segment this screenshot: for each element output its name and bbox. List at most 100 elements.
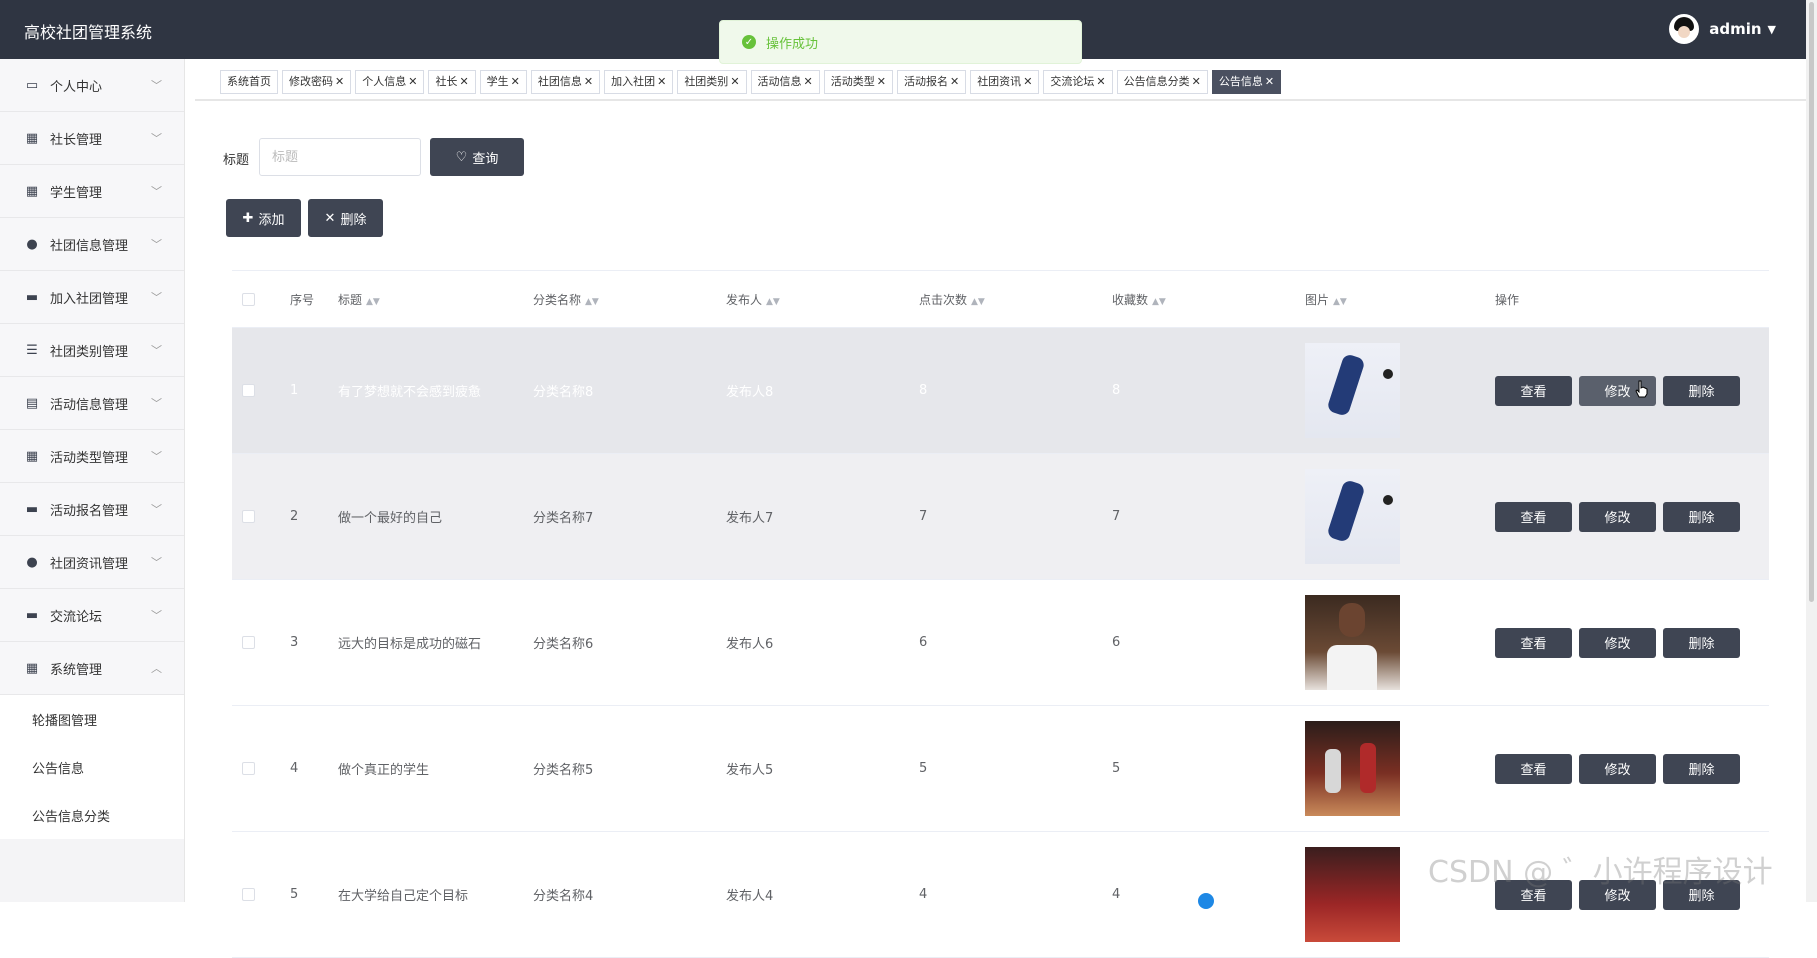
tab-activity-signup[interactable]: 活动报名 ✕	[896, 70, 967, 94]
tab-activity-info[interactable]: 活动信息 ✕	[750, 70, 820, 94]
view-button[interactable]: 查看	[1495, 753, 1572, 784]
close-icon[interactable]: ✕	[1265, 75, 1274, 88]
title-search-input[interactable]	[259, 138, 421, 176]
row-index: 1	[290, 383, 299, 398]
sidebar-item-president[interactable]: ▦ 社长管理 ﹀	[0, 112, 184, 165]
sidebar-item-forum[interactable]: ▬ 交流论坛 ﹀	[0, 589, 184, 642]
edit-button[interactable]: 修改	[1579, 627, 1656, 658]
sidebar-item-label: 社长管理	[50, 132, 103, 148]
select-all-checkbox[interactable]	[242, 292, 255, 306]
close-icon[interactable]: ✕	[950, 75, 959, 88]
table-row[interactable]: 1 有了梦想就不会感到疲惫 分类名称8 发布人8 8 8 查看 修改 删除	[232, 328, 1769, 454]
row-favorites: 7	[1112, 509, 1121, 524]
tab-club-news[interactable]: 社团资讯 ✕	[970, 70, 1040, 94]
sort-icon[interactable]: ▲▼	[585, 297, 599, 307]
sidebar-item-join-club[interactable]: ▬ 加入社团管理 ﹀	[0, 271, 184, 324]
view-button[interactable]: 查看	[1495, 375, 1572, 406]
tab-forum[interactable]: 交流论坛 ✕	[1043, 70, 1113, 94]
sidebar-subitem-notice-category[interactable]: 公告信息分类	[0, 791, 184, 839]
header-clicks[interactable]: 点击次数 ▲▼	[919, 291, 1112, 308]
tab-president[interactable]: 社长 ✕	[428, 70, 476, 94]
tab-club-category[interactable]: 社团类别 ✕	[677, 70, 747, 94]
row-checkbox-cell	[232, 888, 290, 901]
sort-icon[interactable]: ▲▼	[366, 297, 380, 307]
close-icon[interactable]: ✕	[1192, 75, 1201, 88]
row-checkbox[interactable]	[242, 888, 255, 901]
delete-button[interactable]: 删除	[1663, 375, 1740, 406]
sidebar-item-students[interactable]: ▦ 学生管理 ﹀	[0, 165, 184, 218]
row-checkbox[interactable]	[242, 762, 255, 775]
sort-icon[interactable]: ▲▼	[1333, 297, 1347, 307]
basketball-team-image[interactable]	[1305, 847, 1400, 942]
floating-indicator	[1198, 893, 1214, 909]
sort-icon[interactable]: ▲▼	[971, 297, 985, 307]
header-image[interactable]: 图片 ▲▼	[1305, 291, 1495, 308]
tab-activity-type[interactable]: 活动类型 ✕	[823, 70, 893, 94]
tab-home[interactable]: 系统首页	[220, 70, 278, 94]
tab-student[interactable]: 学生 ✕	[479, 70, 527, 94]
header-title[interactable]: 标题 ▲▼	[338, 291, 533, 308]
close-icon[interactable]: ✕	[1096, 75, 1105, 88]
sidebar-item-club-news[interactable]: ● 社团资讯管理 ﹀	[0, 536, 184, 589]
sidebar-item-system[interactable]: ▦ 系统管理 ︿	[0, 642, 184, 695]
user-menu[interactable]: admin ▼	[1669, 14, 1776, 44]
edit-button[interactable]: 修改	[1579, 753, 1656, 784]
view-button[interactable]: 查看	[1495, 627, 1572, 658]
table-row[interactable]: 2 做一个最好的自己 分类名称7 发布人7 7 7 查看 修改 删除	[232, 454, 1769, 580]
close-icon[interactable]: ✕	[459, 75, 468, 88]
tab-notice[interactable]: 公告信息 ✕	[1211, 70, 1282, 94]
row-checkbox[interactable]	[242, 384, 255, 397]
row-clicks: 8	[919, 383, 928, 398]
table-row[interactable]: 3 远大的目标是成功的磁石 分类名称6 发布人6 6 6 查看 修改 删除	[232, 580, 1769, 706]
sort-icon[interactable]: ▲▼	[766, 297, 780, 307]
delete-button[interactable]: 删除	[1663, 627, 1740, 658]
sidebar-subitem-notice[interactable]: 公告信息	[0, 743, 184, 791]
basketball-player-jump-image[interactable]	[1305, 469, 1400, 564]
row-checkbox[interactable]	[242, 510, 255, 523]
basketball-player-jump-image[interactable]	[1305, 343, 1400, 438]
tab-personal-info[interactable]: 个人信息 ✕	[355, 70, 425, 94]
close-icon[interactable]: ✕	[584, 75, 593, 88]
batch-delete-button[interactable]: ✕ 删除	[308, 199, 383, 237]
sidebar-item-club-info[interactable]: ● 社团信息管理 ﹀	[0, 218, 184, 271]
row-index: 4	[290, 761, 299, 776]
close-icon[interactable]: ✕	[511, 75, 520, 88]
tab-change-password[interactable]: 修改密码 ✕	[282, 70, 352, 94]
close-icon[interactable]: ✕	[730, 75, 739, 88]
close-icon[interactable]: ✕	[1023, 75, 1032, 88]
sidebar-item-activity-info[interactable]: ▤ 活动信息管理 ﹀	[0, 377, 184, 430]
header-category[interactable]: 分类名称 ▲▼	[533, 291, 726, 308]
close-icon[interactable]: ✕	[657, 75, 666, 88]
row-ops: 查看 修改 删除	[1495, 375, 1769, 406]
delete-button[interactable]: 删除	[1663, 753, 1740, 784]
close-icon[interactable]: ✕	[877, 75, 886, 88]
header-favorites[interactable]: 收藏数 ▲▼	[1112, 291, 1305, 308]
row-ops: 查看 修改 删除	[1495, 627, 1769, 658]
close-icon[interactable]: ✕	[408, 75, 417, 88]
tab-club-info[interactable]: 社团信息 ✕	[530, 70, 601, 94]
close-icon[interactable]: ✕	[335, 75, 344, 88]
sidebar-item-personal-center[interactable]: ▭ 个人中心 ﹀	[0, 59, 184, 112]
search-button[interactable]: ♡ 查询	[430, 138, 524, 176]
header-publisher[interactable]: 发布人 ▲▼	[726, 291, 919, 308]
view-button[interactable]: 查看	[1495, 501, 1572, 532]
scrollbar-thumb[interactable]	[1809, 2, 1814, 602]
basketball-player-portrait-image[interactable]	[1305, 595, 1400, 690]
sidebar-item-activity-signup[interactable]: ▬ 活动报名管理 ﹀	[0, 483, 184, 536]
basketball-game-image[interactable]	[1305, 721, 1400, 816]
close-icon[interactable]: ✕	[804, 75, 813, 88]
row-favorites: 6	[1112, 635, 1121, 650]
delete-button[interactable]: 删除	[1663, 501, 1740, 532]
sidebar-subitem-carousel[interactable]: 轮播图管理	[0, 695, 184, 743]
row-checkbox[interactable]	[242, 636, 255, 649]
chevron-down-icon: ﹀	[151, 238, 162, 251]
edit-button[interactable]: 修改	[1579, 501, 1656, 532]
sidebar-item-club-category[interactable]: ☰ 社团类别管理 ﹀	[0, 324, 184, 377]
add-button[interactable]: ✚ 添加	[226, 199, 301, 237]
page-scrollbar[interactable]	[1806, 0, 1817, 902]
table-row[interactable]: 4 做个真正的学生 分类名称5 发布人5 5 5 查看 修改 删除	[232, 706, 1769, 832]
sort-icon[interactable]: ▲▼	[1152, 297, 1166, 307]
tab-join-club[interactable]: 加入社团 ✕	[604, 70, 674, 94]
sidebar-item-activity-type[interactable]: ▦ 活动类型管理 ﹀	[0, 430, 184, 483]
tab-notice-category[interactable]: 公告信息分类 ✕	[1116, 70, 1208, 94]
